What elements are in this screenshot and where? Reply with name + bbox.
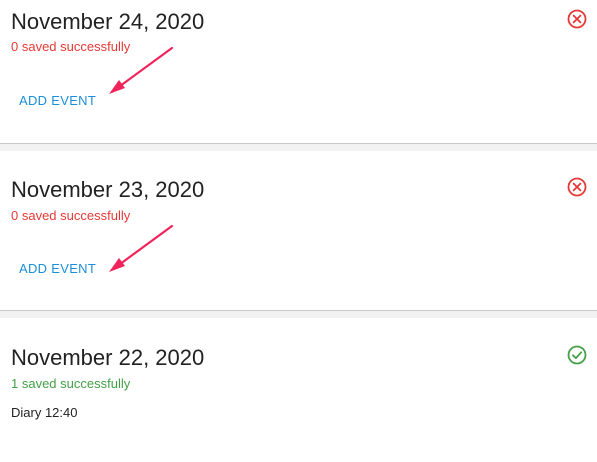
check-circle-icon <box>567 345 587 365</box>
day-title: November 24, 2020 <box>11 9 205 34</box>
day-status: 1 saved successfully <box>11 376 131 391</box>
annotation-arrow-icon <box>109 46 174 94</box>
card-gap <box>0 144 597 151</box>
x-circle-icon[interactable] <box>566 176 588 198</box>
x-circle-icon[interactable] <box>566 8 588 30</box>
card-gap <box>0 311 597 318</box>
annotation-arrow-icon <box>109 224 174 272</box>
day-card: November 23, 2020 0 saved successfully A… <box>0 151 597 310</box>
entry-item[interactable]: Diary 12:40 <box>11 405 77 421</box>
day-title: November 22, 2020 <box>11 345 205 370</box>
add-event-button[interactable]: ADD EVENT <box>19 261 96 277</box>
add-event-button[interactable]: ADD EVENT <box>19 93 96 109</box>
day-title: November 23, 2020 <box>11 177 205 202</box>
day-card: November 22, 2020 1 saved successfully D… <box>0 318 597 462</box>
day-card: November 24, 2020 0 saved successfully A… <box>0 0 597 143</box>
